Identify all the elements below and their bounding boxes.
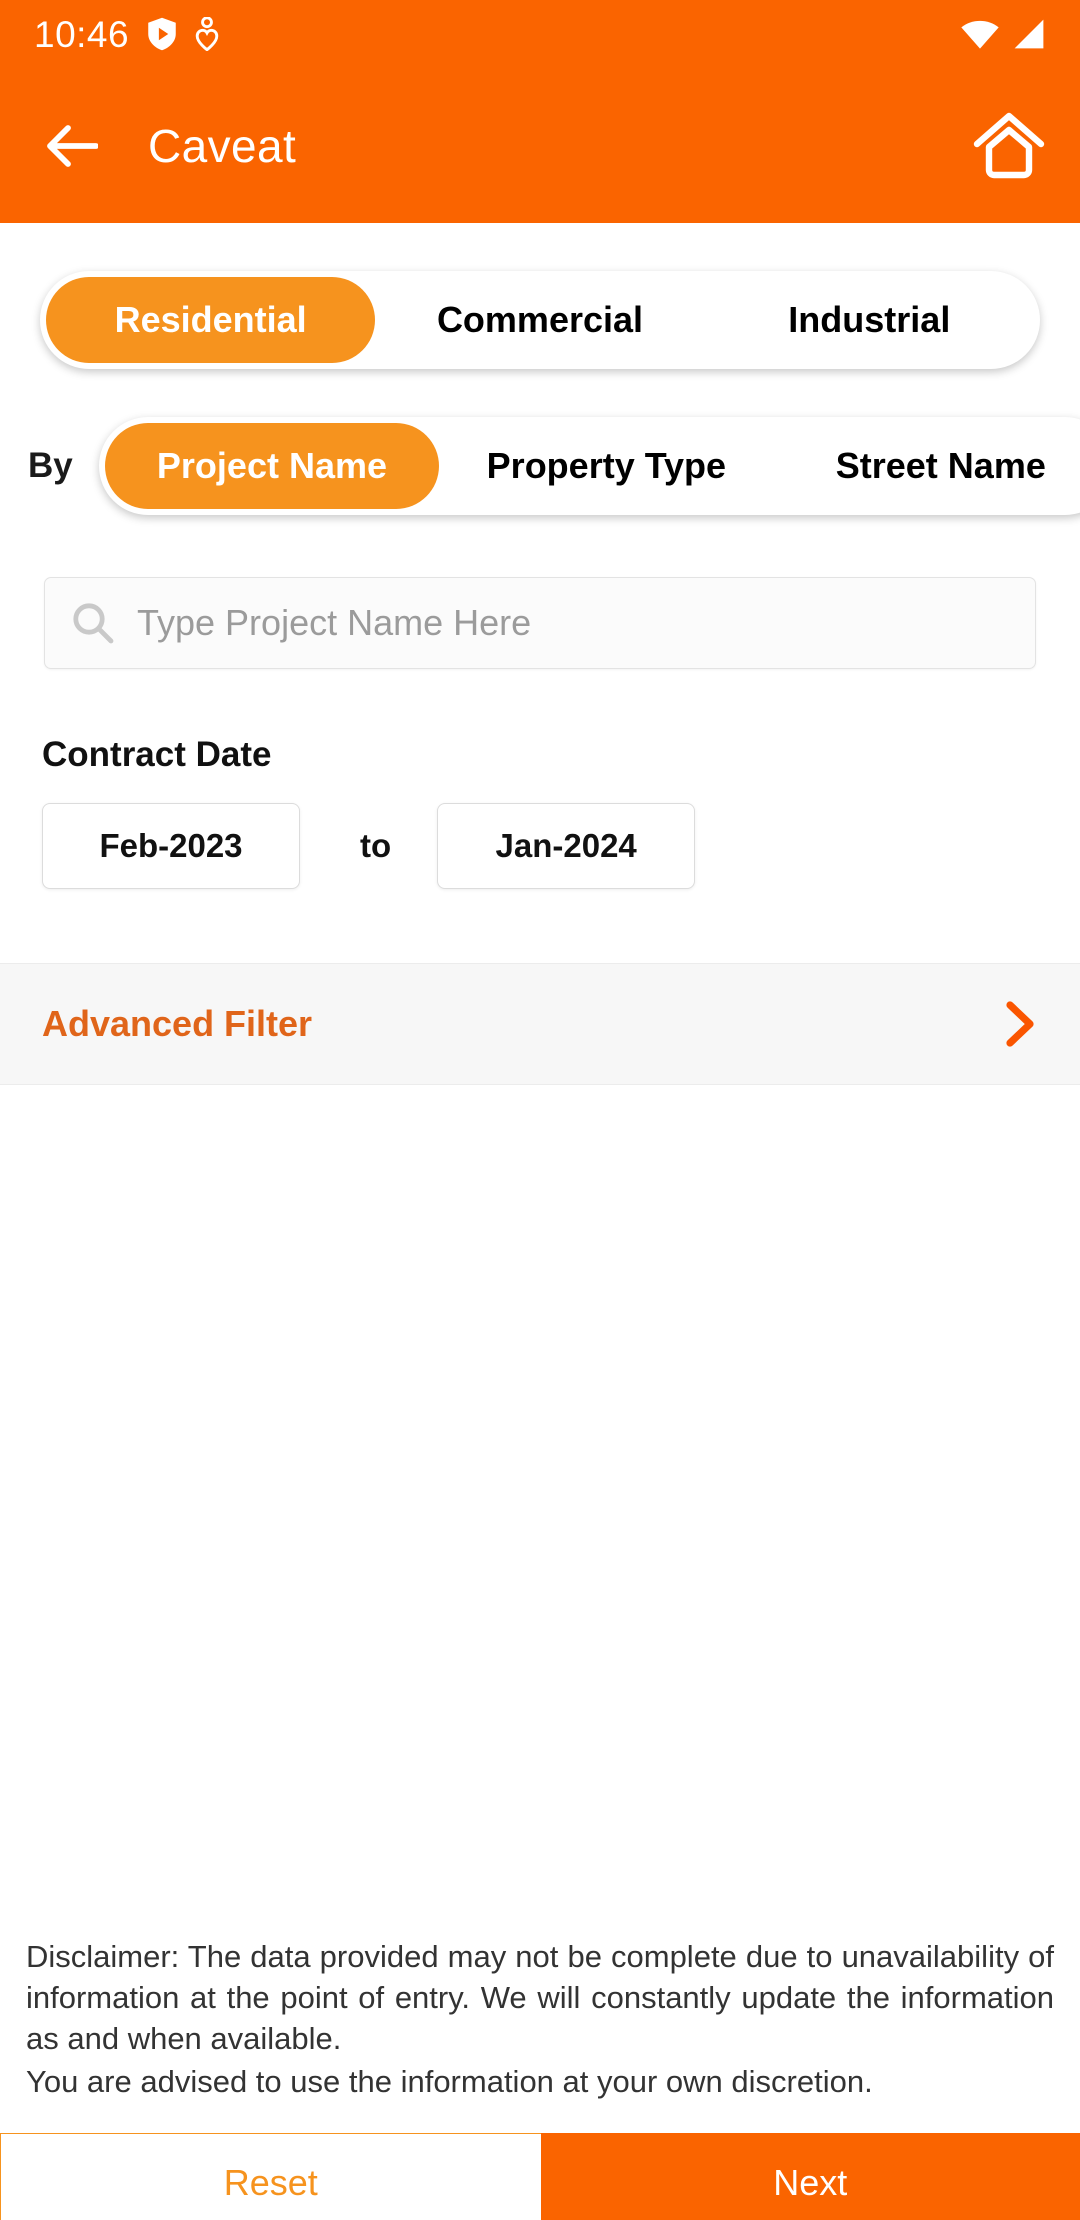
tab-industrial[interactable]: Industrial — [705, 277, 1034, 363]
advanced-filter-label: Advanced Filter — [42, 1003, 313, 1044]
contract-date-section: Contract Date Feb-2023 to Jan-2024 — [0, 669, 1080, 889]
page-title: Caveat — [148, 119, 297, 172]
status-bar-right — [960, 18, 1046, 50]
search-input[interactable]: Type Project Name Here — [44, 577, 1036, 669]
search-by-row: By Project Name Property Type Street Nam… — [0, 417, 1080, 515]
home-button[interactable] — [972, 109, 1046, 183]
category-tabs: Residential Commercial Industrial — [40, 271, 1040, 369]
contract-date-row: Feb-2023 to Jan-2024 — [42, 803, 1038, 889]
main-content: Residential Commercial Industrial By Pro… — [0, 223, 1080, 2133]
search-icon — [71, 601, 115, 645]
category-tabs-section: Residential Commercial Industrial — [0, 223, 1080, 369]
app-bar: Caveat — [0, 68, 1080, 223]
home-icon — [973, 112, 1045, 180]
chevron-right-icon — [1004, 1001, 1038, 1047]
footer-actions: Reset Next — [0, 2133, 1080, 2220]
search-by-label: By — [28, 446, 73, 485]
status-bar: 10:46 — [0, 0, 1080, 68]
shield-play-icon — [147, 17, 177, 51]
search-by-section: By Project Name Property Type Street Nam… — [0, 369, 1080, 515]
back-button[interactable] — [40, 115, 102, 177]
contract-date-to[interactable]: Jan-2024 — [437, 803, 696, 889]
tab-residential[interactable]: Residential — [46, 277, 376, 363]
tab-street-name[interactable]: Street Name — [774, 423, 1080, 509]
reset-button[interactable]: Reset — [0, 2133, 541, 2220]
contract-date-from[interactable]: Feb-2023 — [42, 803, 300, 889]
tab-commercial[interactable]: Commercial — [375, 277, 704, 363]
disclaimer: Disclaimer: The data provided may not be… — [0, 1937, 1080, 2103]
contract-date-separator: to — [360, 827, 392, 864]
disclaimer-paragraph-1: Disclaimer: The data provided may not be… — [26, 1939, 1054, 2057]
tab-project-name[interactable]: Project Name — [104, 423, 440, 509]
contract-date-title: Contract Date — [42, 735, 272, 774]
status-bar-clock: 10:46 — [34, 13, 130, 55]
tab-property-type[interactable]: Property Type — [439, 423, 773, 509]
search-placeholder: Type Project Name Here — [137, 602, 532, 643]
search-section: Type Project Name Here — [0, 515, 1080, 669]
status-bar-left: 10:46 — [34, 16, 219, 53]
person-heart-icon — [195, 17, 219, 51]
search-by-tabs: Project Name Property Type Street Name — [98, 417, 1080, 515]
phone-screen: 10:46 Caveat Residential Commercial Indu… — [0, 0, 1080, 2220]
advanced-filter-row[interactable]: Advanced Filter — [0, 963, 1080, 1085]
disclaimer-paragraph-2: You are advised to use the information a… — [26, 2064, 873, 2100]
wifi-icon — [960, 18, 1000, 50]
next-button[interactable]: Next — [540, 2133, 1080, 2220]
arrow-left-icon — [44, 122, 98, 170]
category-tabs-row: Residential Commercial Industrial — [0, 271, 1080, 369]
cellular-signal-icon — [1012, 18, 1046, 50]
